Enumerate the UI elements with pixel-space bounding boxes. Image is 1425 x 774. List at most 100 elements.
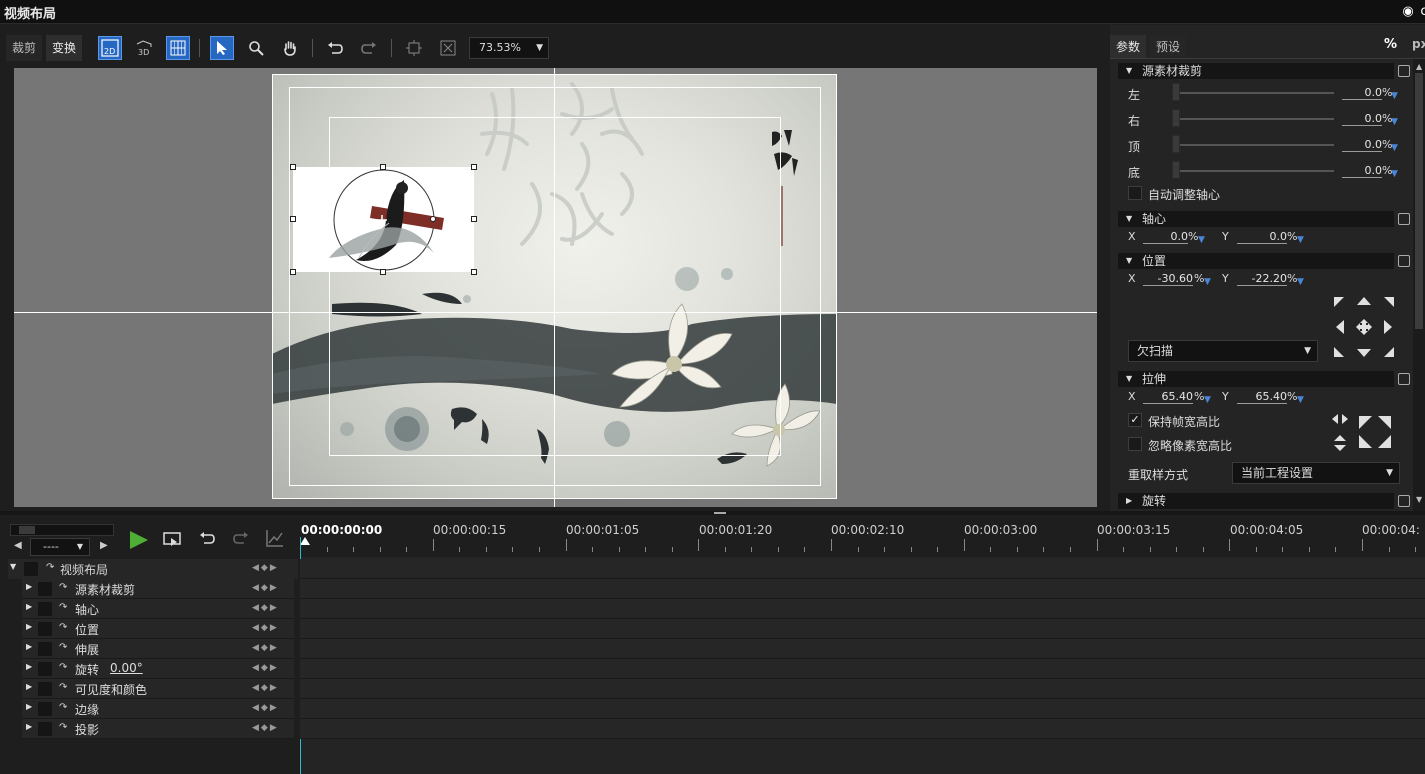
track-enable-checkbox[interactable]	[24, 562, 38, 576]
crop-left-slider-knob[interactable]	[1172, 83, 1180, 101]
track-row[interactable]: ▶ ↷ 边缘 ◀◆▶	[22, 699, 294, 719]
keyframe-nav-icon[interactable]: ◀◆▶	[252, 603, 279, 613]
resample-dropdown[interactable]: 当前工程设置 ▼	[1232, 462, 1400, 484]
keyframe-nav-icon[interactable]: ◀◆▶	[252, 643, 279, 653]
minimize-icon[interactable]: ◉	[1400, 4, 1416, 20]
position-y-value[interactable]: -22.20	[1237, 272, 1287, 286]
expand-icon[interactable]: ▶	[26, 602, 32, 611]
crop-section-header[interactable]: ▼ 源素材裁剪	[1118, 63, 1394, 79]
chevron-down-icon[interactable]: ▼	[1391, 143, 1398, 153]
scrollbar-thumb[interactable]	[1415, 73, 1423, 329]
rotate-handle[interactable]	[430, 216, 436, 222]
reset-icon[interactable]	[1398, 255, 1410, 267]
tab-transform[interactable]: 变换	[46, 35, 83, 61]
timeline-lane[interactable]	[300, 579, 1425, 599]
resize-handle[interactable]	[290, 269, 296, 275]
position-x-value[interactable]: -30.60	[1143, 272, 1193, 286]
chevron-down-icon[interactable]: ▼	[1198, 235, 1205, 245]
reset-icon[interactable]	[1398, 495, 1410, 507]
track-enable-checkbox[interactable]	[38, 662, 52, 676]
track-enable-checkbox[interactable]	[38, 602, 52, 616]
crop-right-value[interactable]: 0.0	[1342, 112, 1382, 126]
loop-play-button[interactable]	[163, 531, 183, 549]
jog-slider[interactable]	[10, 524, 114, 536]
ignore-pixel-aspect-checkbox[interactable]	[1128, 437, 1142, 451]
track-enable-checkbox[interactable]	[38, 722, 52, 736]
chevron-down-icon[interactable]: ▼	[1391, 117, 1398, 127]
speed-dropdown[interactable]: ---- ▼	[30, 538, 90, 556]
track-row[interactable]: ▶ ↷ 伸展 ◀◆▶	[22, 639, 294, 659]
stretch-x-value[interactable]: 65.40	[1143, 390, 1193, 404]
anchor-crosshair-icon[interactable]	[377, 214, 387, 225]
anchor-x-value[interactable]: 0.0	[1143, 230, 1188, 244]
chevron-down-icon[interactable]: ▼	[1204, 395, 1211, 405]
scrollbar[interactable]: ▲ ▼	[1413, 59, 1425, 511]
track-row-main[interactable]: ▼ ↷ 视频布局 ◀◆▶	[8, 559, 298, 579]
scroll-up-icon[interactable]: ▲	[1416, 62, 1422, 71]
keyframe-nav-icon[interactable]: ◀◆▶	[252, 563, 279, 573]
keyframe-nav-icon[interactable]: ◀◆▶	[252, 683, 279, 693]
track-row[interactable]: ▶ ↷ 位置 ◀◆▶	[22, 619, 294, 639]
chevron-down-icon[interactable]: ▼	[1204, 277, 1211, 287]
timeline-undo-button[interactable]	[198, 531, 216, 547]
expand-icon[interactable]: ▶	[26, 582, 32, 591]
crop-top-slider[interactable]	[1174, 144, 1334, 146]
reset-icon[interactable]	[1398, 373, 1410, 385]
keep-aspect-checkbox[interactable]: ✓	[1128, 413, 1142, 427]
close-icon[interactable]: c	[1416, 4, 1425, 20]
keyframe-graph-button[interactable]	[266, 529, 284, 547]
chevron-down-icon[interactable]: ▼	[1297, 277, 1304, 287]
timeline-redo-button[interactable]	[232, 531, 250, 547]
resize-handle[interactable]	[290, 216, 296, 222]
redo-button[interactable]	[357, 36, 381, 60]
crop-bottom-slider-knob[interactable]	[1172, 161, 1180, 179]
timeline-lane[interactable]	[300, 639, 1425, 659]
tab-parameters[interactable]: 参数	[1110, 35, 1147, 59]
play-button[interactable]	[128, 529, 150, 551]
playhead-marker-icon[interactable]	[300, 537, 310, 545]
unit-percent-button[interactable]: %	[1384, 37, 1397, 52]
stretch-section-header[interactable]: ▼ 拉伸	[1118, 371, 1394, 387]
timeline-lane[interactable]	[300, 679, 1425, 699]
chevron-down-icon[interactable]: ▼	[1391, 169, 1398, 179]
tab-presets[interactable]: 预设	[1150, 35, 1187, 59]
track-enable-checkbox[interactable]	[38, 642, 52, 656]
scroll-down-icon[interactable]: ▼	[1416, 495, 1422, 504]
auto-anchor-checkbox[interactable]	[1128, 186, 1142, 200]
crop-left-slider[interactable]	[1174, 92, 1334, 94]
track-row[interactable]: ▶ ↷ 源素材裁剪 ◀◆▶	[22, 579, 294, 599]
expand-icon[interactable]: ▶	[26, 642, 32, 651]
reset-icon[interactable]	[1398, 65, 1410, 77]
position-section-header[interactable]: ▼ 位置	[1118, 253, 1394, 269]
preview-canvas[interactable]	[14, 68, 1097, 507]
timeline-lane[interactable]	[300, 619, 1425, 639]
fill-frame-button[interactable]	[436, 36, 460, 60]
keyframe-nav-icon[interactable]: ◀◆▶	[252, 623, 279, 633]
track-enable-checkbox[interactable]	[38, 702, 52, 716]
track-enable-checkbox[interactable]	[38, 682, 52, 696]
undo-button[interactable]	[323, 36, 347, 60]
collapse-icon[interactable]: ▼	[10, 562, 16, 571]
crop-right-slider[interactable]	[1174, 118, 1334, 120]
crop-left-value[interactable]: 0.0	[1342, 86, 1382, 100]
timeline-lane[interactable]	[300, 719, 1425, 739]
speed-right-icon[interactable]: ▶	[100, 540, 108, 551]
unit-pixel-button[interactable]: px	[1412, 37, 1425, 51]
anchor-section-header[interactable]: ▼ 轴心	[1118, 211, 1394, 227]
keyframe-nav-icon[interactable]: ◀◆▶	[252, 663, 279, 673]
expand-icon[interactable]: ▶	[26, 622, 32, 631]
timeline-ruler[interactable]: 00:00:00:00 00:00:00:15 00:00:01:05 00:0…	[300, 515, 1425, 557]
anchor-y-value[interactable]: 0.0	[1237, 230, 1287, 244]
scan-mode-dropdown[interactable]: 欠扫描 ▼	[1128, 340, 1318, 362]
track-enable-checkbox[interactable]	[38, 622, 52, 636]
crop-right-slider-knob[interactable]	[1172, 109, 1180, 127]
crop-bottom-slider[interactable]	[1174, 170, 1334, 172]
track-row[interactable]: ▶ ↷ 可见度和颜色 ◀◆▶	[22, 679, 294, 699]
resize-handle[interactable]	[290, 164, 296, 170]
timeline-lane[interactable]	[300, 559, 1425, 579]
timeline-lane[interactable]	[300, 659, 1425, 679]
3d-mode-button[interactable]: 3D	[132, 36, 156, 60]
tab-crop[interactable]: 裁剪	[6, 35, 43, 61]
chevron-down-icon[interactable]: ▼	[1297, 395, 1304, 405]
chevron-down-icon[interactable]: ▼	[1297, 235, 1304, 245]
